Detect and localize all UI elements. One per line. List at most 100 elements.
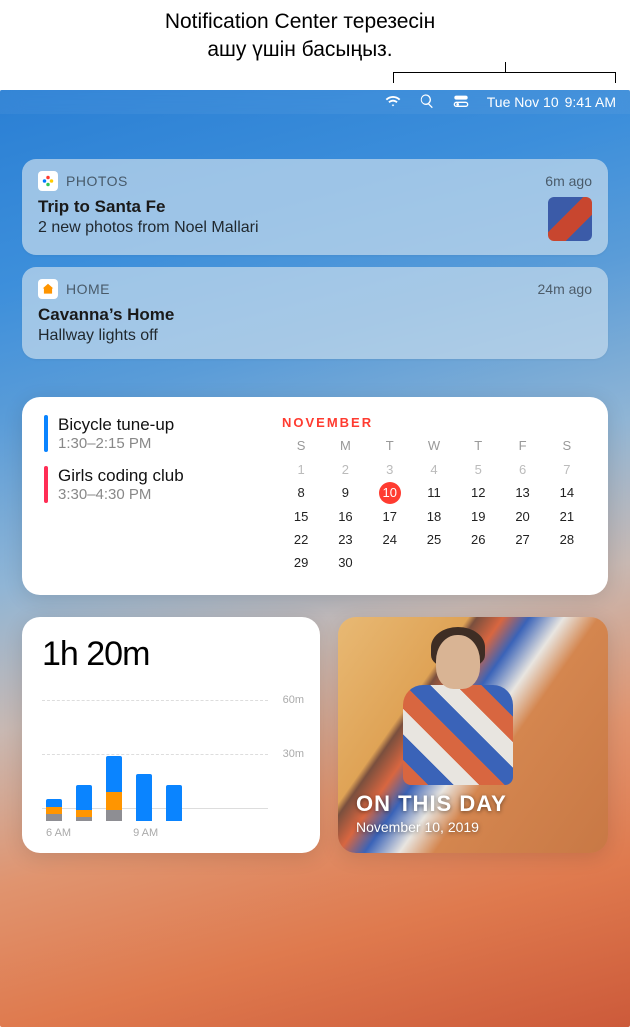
chart-bar xyxy=(76,785,92,821)
notification-title: Trip to Santa Fe xyxy=(38,197,536,217)
notification-app-name: HOME xyxy=(66,281,530,297)
home-app-icon xyxy=(38,279,58,299)
memory-photo-person xyxy=(398,627,518,797)
menu-bar: Tue Nov 10 9:41 AM xyxy=(0,90,630,114)
menu-bar-date: Tue Nov 10 xyxy=(487,94,559,110)
calendar-day[interactable] xyxy=(503,552,541,573)
calendar-day[interactable] xyxy=(459,552,497,573)
calendar-day[interactable]: 3 xyxy=(371,459,409,480)
notification-center: PHOTOS 6m ago Trip to Santa Fe 2 new pho… xyxy=(0,114,630,853)
calendar-day[interactable] xyxy=(548,552,586,573)
calendar-day[interactable]: 16 xyxy=(326,506,364,527)
calendar-day[interactable]: 7 xyxy=(548,459,586,480)
calendar-day[interactable]: 22 xyxy=(282,529,320,550)
chart-bar xyxy=(136,774,152,821)
annotation-callout: Notification Center терезесін ашу үшін б… xyxy=(0,0,630,90)
photos-memory-widget[interactable]: ON THIS DAY November 10, 2019 xyxy=(338,617,608,853)
event-time: 1:30–2:15 PM xyxy=(58,435,174,452)
calendar-day[interactable]: 13 xyxy=(503,482,541,504)
notification-header: HOME 24m ago xyxy=(38,279,592,299)
calendar-day[interactable]: 26 xyxy=(459,529,497,550)
calendar-day[interactable]: 30 xyxy=(326,552,364,573)
wifi-icon[interactable] xyxy=(385,93,401,112)
calendar-events: Bicycle tune-up 1:30–2:15 PM Girls codin… xyxy=(44,415,258,573)
notification-message: Hallway lights off xyxy=(38,327,592,345)
calendar-widget[interactable]: Bicycle tune-up 1:30–2:15 PM Girls codin… xyxy=(22,397,608,595)
calendar-day[interactable]: 19 xyxy=(459,506,497,527)
chart-x-label: 6 AM xyxy=(46,827,71,839)
calendar-day[interactable]: 12 xyxy=(459,482,497,504)
event-color-bar xyxy=(44,466,48,503)
menu-bar-time: 9:41 AM xyxy=(565,94,616,110)
notification-time: 24m ago xyxy=(538,281,592,297)
notification-app-name: PHOTOS xyxy=(66,173,537,189)
calendar-month-label: NOVEMBER xyxy=(282,415,586,430)
calendar-day[interactable]: 6 xyxy=(503,459,541,480)
calendar-day[interactable]: 2 xyxy=(326,459,364,480)
calendar-day-today[interactable]: 10 xyxy=(379,482,401,504)
spotlight-icon[interactable] xyxy=(419,93,435,112)
calendar-day-header: T xyxy=(371,438,409,457)
calendar-day[interactable]: 21 xyxy=(548,506,586,527)
notification-header: PHOTOS 6m ago xyxy=(38,171,592,191)
calendar-day[interactable]: 17 xyxy=(371,506,409,527)
notification-home[interactable]: HOME 24m ago Cavanna’s Home Hallway ligh… xyxy=(22,267,608,359)
calendar-day[interactable]: 1 xyxy=(282,459,320,480)
calendar-day[interactable]: 18 xyxy=(415,506,453,527)
screentime-total: 1h 20m xyxy=(42,635,312,674)
calendar-day[interactable]: 5 xyxy=(459,459,497,480)
calendar-event[interactable]: Bicycle tune-up 1:30–2:15 PM xyxy=(44,415,258,452)
calendar-day[interactable] xyxy=(371,552,409,573)
photos-app-icon xyxy=(38,171,58,191)
annotation-bracket xyxy=(393,72,616,86)
calendar-day[interactable] xyxy=(415,552,453,573)
calendar-day[interactable]: 23 xyxy=(326,529,364,550)
calendar-day[interactable]: 24 xyxy=(371,529,409,550)
notification-message: 2 new photos from Noel Mallari xyxy=(38,219,536,237)
control-center-icon[interactable] xyxy=(453,93,469,112)
memory-title: ON THIS DAY xyxy=(356,791,507,817)
chart-gridline xyxy=(42,700,268,701)
calendar-day[interactable]: 27 xyxy=(503,529,541,550)
notification-thumbnail xyxy=(548,197,592,241)
menu-bar-clock[interactable]: Tue Nov 10 9:41 AM xyxy=(487,94,616,110)
annotation-line2: ашу үшін басыңыз. xyxy=(207,38,392,61)
notification-title: Cavanna’s Home xyxy=(38,305,592,325)
calendar-day[interactable]: 11 xyxy=(415,482,453,504)
calendar-day-header: F xyxy=(503,438,541,457)
screentime-chart: 60m 30m 6 AM 9 AM xyxy=(42,692,312,839)
calendar-day[interactable]: 25 xyxy=(415,529,453,550)
annotation-text: Notification Center терезесін ашу үшін б… xyxy=(100,8,500,65)
calendar-day[interactable]: 4 xyxy=(415,459,453,480)
widget-row: 1h 20m 60m 30m 6 AM 9 AM xyxy=(22,617,608,853)
calendar-day[interactable]: 8 xyxy=(282,482,320,504)
calendar-day[interactable]: 20 xyxy=(503,506,541,527)
memory-date: November 10, 2019 xyxy=(356,819,507,835)
menu-bar-status-icons xyxy=(385,93,469,112)
chart-x-label: 9 AM xyxy=(133,827,158,839)
calendar-day-header: M xyxy=(326,438,364,457)
chart-y-label: 60m xyxy=(283,694,304,706)
desktop: Tue Nov 10 9:41 AM PHOTOS 6m ago Trip to… xyxy=(0,90,630,1027)
calendar-day[interactable]: 29 xyxy=(282,552,320,573)
chart-bar xyxy=(166,785,182,821)
calendar-day-header: T xyxy=(459,438,497,457)
screentime-widget[interactable]: 1h 20m 60m 30m 6 AM 9 AM xyxy=(22,617,320,853)
chart-bar xyxy=(46,799,62,821)
calendar-event[interactable]: Girls coding club 3:30–4:30 PM xyxy=(44,466,258,503)
calendar-grid: SMTWTFS123456789101112131415161718192021… xyxy=(282,438,586,573)
chart-y-label: 30m xyxy=(283,748,304,760)
event-color-bar xyxy=(44,415,48,452)
chart-bar xyxy=(106,756,122,821)
event-time: 3:30–4:30 PM xyxy=(58,486,184,503)
calendar-day[interactable]: 15 xyxy=(282,506,320,527)
calendar-day-header: S xyxy=(282,438,320,457)
calendar-day[interactable]: 14 xyxy=(548,482,586,504)
chart-x-labels: 6 AM 9 AM xyxy=(46,827,158,839)
calendar-day[interactable]: 28 xyxy=(548,529,586,550)
calendar-day[interactable]: 9 xyxy=(326,482,364,504)
calendar-month-view: NOVEMBER SMTWTFS123456789101112131415161… xyxy=(282,415,586,573)
calendar-day-header: W xyxy=(415,438,453,457)
notification-photos[interactable]: PHOTOS 6m ago Trip to Santa Fe 2 new pho… xyxy=(22,159,608,255)
annotation-line1: Notification Center терезесін xyxy=(165,10,435,33)
